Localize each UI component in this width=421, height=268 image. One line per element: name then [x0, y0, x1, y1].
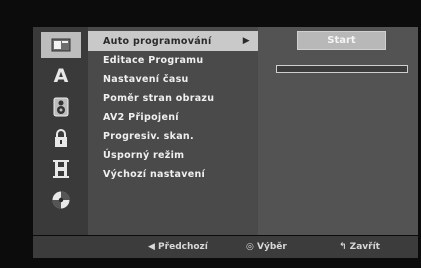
- menu-item-auto-programming[interactable]: Auto programování ▶: [88, 31, 258, 51]
- menu-item-clock-set[interactable]: Nastavení času: [88, 69, 258, 89]
- option-panel: [258, 27, 418, 235]
- language-icon[interactable]: A: [41, 63, 81, 89]
- menu-item-power-save[interactable]: Úsporný režim: [88, 145, 258, 165]
- menu-item-label: Editace Programu: [103, 55, 204, 66]
- lock-icon[interactable]: [41, 125, 81, 151]
- menu-item-label: Progresiv. skan.: [103, 131, 194, 142]
- navigation-hint-bar: ◀ Předchozí ◎ Výběr ↰ Zavřít: [33, 236, 418, 258]
- recording-icon[interactable]: [41, 156, 81, 182]
- menu-item-label: Výchozí nastavení: [103, 169, 206, 180]
- menu-item-label: AV2 Připojení: [103, 112, 179, 123]
- auto-program-progress-bar: [276, 65, 408, 73]
- menu-item-factory-reset[interactable]: Výchozí nastavení: [88, 164, 258, 184]
- menu-item-label: Nastavení času: [103, 74, 189, 85]
- menu-item-program-edit[interactable]: Editace Programu: [88, 50, 258, 70]
- menu-item-label: Auto programování: [103, 36, 212, 47]
- menu-item-label: Úsporný režim: [103, 150, 185, 161]
- disc-icon[interactable]: [41, 187, 81, 213]
- submenu-arrow-icon: ▶: [242, 36, 250, 46]
- start-button[interactable]: Start: [297, 31, 386, 50]
- previous-hint: ◀ Předchozí: [148, 242, 208, 252]
- select-hint: ◎ Výběr: [246, 242, 287, 252]
- audio-icon[interactable]: [41, 94, 81, 120]
- close-hint: ↰ Zavřít: [339, 242, 380, 252]
- disc-setup-icon[interactable]: [41, 32, 81, 58]
- menu-item-aspect-ratio[interactable]: Poměr stran obrazu: [88, 88, 258, 108]
- menu-item-av2-connection[interactable]: AV2 Připojení: [88, 107, 258, 127]
- menu-item-label: Poměr stran obrazu: [103, 93, 215, 104]
- menu-item-progressive-scan[interactable]: Progresiv. skan.: [88, 126, 258, 146]
